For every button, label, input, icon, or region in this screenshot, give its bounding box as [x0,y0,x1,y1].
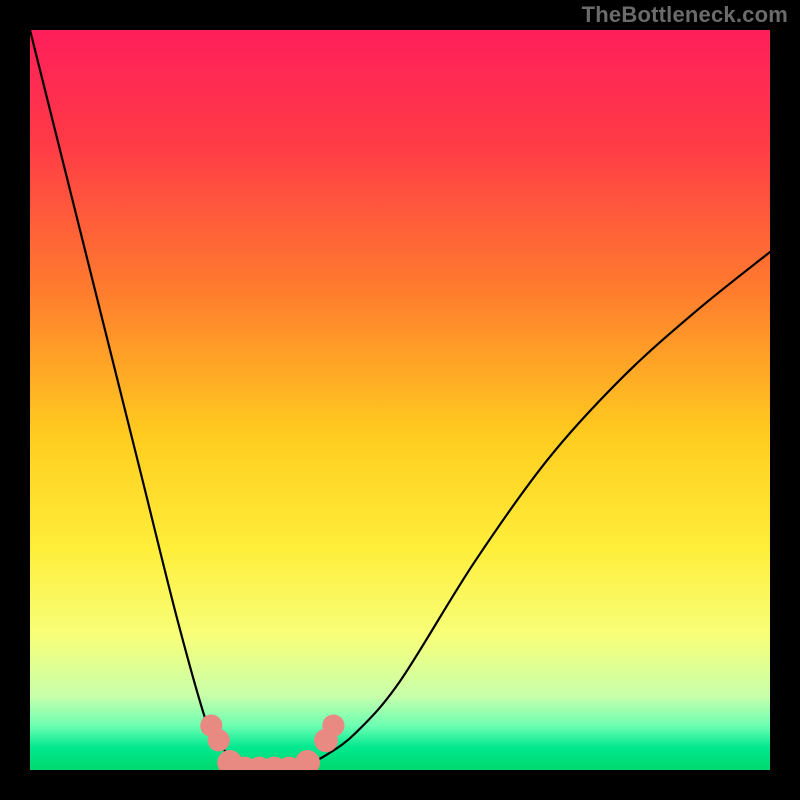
chart-plot-area [30,30,770,770]
data-marker-1 [208,729,230,751]
data-marker-9 [322,715,344,737]
chart-background-gradient [30,30,770,770]
chart-svg [30,30,770,770]
attribution-label: TheBottleneck.com [582,2,788,28]
